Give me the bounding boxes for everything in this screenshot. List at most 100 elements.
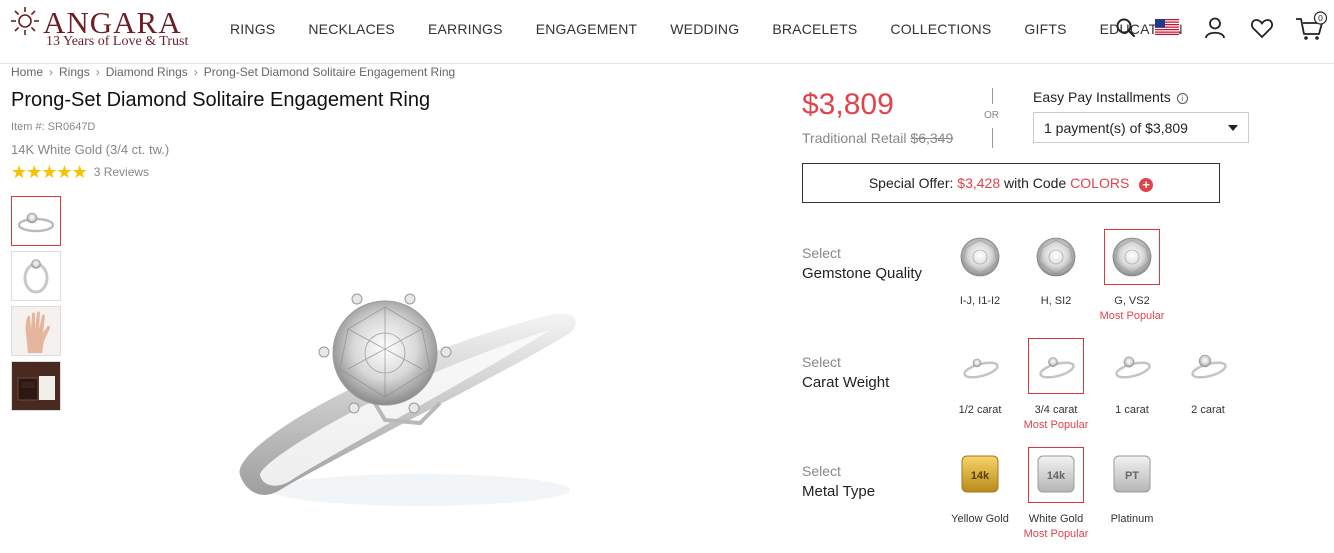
- metal-swatch: PT: [1104, 447, 1160, 503]
- nav-earrings[interactable]: EARRINGS: [411, 21, 519, 37]
- breadcrumb-home[interactable]: Home: [11, 65, 43, 79]
- special-offer-banner[interactable]: Special Offer: $3,428 with Code COLORS +: [802, 163, 1220, 203]
- nav-engagement[interactable]: ENGAGEMENT: [519, 21, 654, 37]
- hand-icon: [12, 307, 60, 355]
- divider: [992, 128, 993, 148]
- chevron-right-icon: ›: [49, 65, 54, 79]
- main-product-image[interactable]: [220, 285, 600, 515]
- carat-option-half[interactable]: 1/2 carat: [952, 338, 1008, 416]
- easy-pay-text: Easy Pay Installments: [1033, 89, 1171, 105]
- select-label: Select: [802, 245, 841, 261]
- chevron-right-icon: ›: [193, 65, 198, 79]
- us-flag-icon[interactable]: [1155, 18, 1179, 36]
- carat-option-three-quarter[interactable]: 3/4 carat Most Popular: [1024, 338, 1088, 431]
- product-title: Prong-Set Diamond Solitaire Engagement R…: [11, 89, 431, 111]
- breadcrumb: Home › Rings › Diamond Rings › Prong-Set Diamo…: [11, 65, 455, 79]
- carat-option-one[interactable]: 1 carat: [1104, 338, 1160, 416]
- nav-rings[interactable]: RINGS: [214, 21, 292, 37]
- select-label: Select: [802, 463, 841, 479]
- ring-icon: [1191, 354, 1227, 379]
- nav-necklaces[interactable]: NECKLACES: [292, 21, 412, 37]
- gift-box-icon: [12, 362, 60, 410]
- diamond-icon: [960, 237, 1000, 277]
- carat-option-two[interactable]: 2 carat: [1180, 338, 1236, 416]
- platinum-bar-icon: PT: [1113, 455, 1151, 493]
- white-gold-bar-icon: 14k: [1037, 455, 1075, 493]
- item-number: Item #: SR0647D: [11, 121, 96, 133]
- breadcrumb-rings[interactable]: Rings: [59, 65, 90, 79]
- gemstone-option-ij[interactable]: I-J, I1-I2: [952, 229, 1008, 307]
- thumbnail-on-hand[interactable]: [11, 306, 61, 356]
- offer-middle: with Code: [1004, 175, 1067, 191]
- caret-down-icon: [1228, 125, 1238, 131]
- carat-swatch: [952, 338, 1008, 394]
- gemstone-option-h[interactable]: H, SI2: [1028, 229, 1084, 307]
- nav-wedding[interactable]: WEDDING: [654, 21, 756, 37]
- metal-option-name: Platinum: [1110, 513, 1154, 525]
- offer-code: COLORS: [1070, 175, 1130, 191]
- metal-badge: 14k: [1047, 470, 1066, 482]
- carat-swatch: [1180, 338, 1236, 394]
- site-header: ANGARA 13 Years of Love & Trust RINGS NE…: [0, 0, 1334, 64]
- diamond-icon: [1112, 237, 1152, 277]
- offer-amount: $3,428: [957, 175, 1001, 191]
- thumbnail-ring-top[interactable]: [11, 251, 61, 301]
- chevron-right-icon: ›: [95, 65, 100, 79]
- ring-thumbnail-icon: [17, 212, 55, 233]
- wishlist-heart-icon[interactable]: [1249, 15, 1275, 41]
- cart-icon[interactable]: 0: [1294, 10, 1328, 42]
- select-label: Select: [802, 354, 841, 370]
- most-popular-badge: Most Popular: [1099, 310, 1165, 322]
- star-icon: ★: [56, 162, 73, 182]
- nav-gifts[interactable]: GIFTS: [1008, 21, 1083, 37]
- metal-badge: 14k: [971, 470, 990, 482]
- or-label: OR: [984, 110, 999, 121]
- rating[interactable]: ★ ★ ★ ★ ★ 3 Reviews: [11, 163, 149, 181]
- metal-swatch-selected: 14k: [1028, 447, 1084, 503]
- gemstone-quality-label: Gemstone Quality: [802, 265, 923, 282]
- reviews-link[interactable]: 3 Reviews: [94, 165, 149, 179]
- retail-price: $6,349: [910, 130, 954, 146]
- info-icon[interactable]: i: [1176, 93, 1188, 104]
- gemstone-swatch-selected: [1104, 229, 1160, 285]
- most-popular-badge: Most Popular: [1023, 419, 1089, 431]
- metal-badge: PT: [1125, 470, 1139, 482]
- thumbnail-ring-angle[interactable]: [11, 196, 61, 246]
- carat-swatch: [1104, 338, 1160, 394]
- metal-swatch: 14k: [952, 447, 1008, 503]
- nav-education[interactable]: EDUCATION: [1083, 21, 1199, 37]
- main-nav: RINGS NECKLACES EARRINGS ENGAGEMENT WEDD…: [214, 0, 1199, 58]
- most-popular-badge: Most Popular: [1023, 528, 1089, 540]
- metal-type-label: Metal Type: [802, 483, 876, 500]
- gold-bar-icon: 14k: [961, 455, 999, 493]
- nav-collections[interactable]: COLLECTIONS: [874, 21, 1008, 37]
- star-icon: ★: [71, 162, 88, 182]
- star-icon: ★: [26, 162, 43, 182]
- brand-tagline: 13 Years of Love & Trust: [46, 34, 189, 49]
- plus-circle-icon[interactable]: +: [1139, 178, 1154, 192]
- diamond-icon: [1036, 237, 1076, 277]
- breadcrumb-current: Prong-Set Diamond Solitaire Engagement R…: [203, 65, 456, 79]
- retail-label: Traditional Retail: [802, 130, 907, 146]
- gemstone-option-g[interactable]: G, VS2 Most Popular: [1100, 229, 1164, 322]
- gemstone-swatch: [952, 229, 1008, 285]
- search-icon[interactable]: [1113, 15, 1139, 41]
- metal-option-platinum[interactable]: PT Platinum: [1104, 447, 1160, 525]
- product-price: $3,809: [802, 88, 894, 121]
- thumbnail-packaging[interactable]: [11, 361, 61, 411]
- metal-option-white-gold[interactable]: 14k White Gold Most Popular: [1024, 447, 1088, 540]
- star-icon: ★: [41, 162, 58, 182]
- metal-summary: 14K White Gold (3/4 ct. tw.): [11, 142, 170, 157]
- angara-logo[interactable]: ANGARA 13 Years of Love & Trust: [10, 4, 210, 54]
- gemstone-option-name: G, VS2: [1114, 295, 1150, 307]
- breadcrumb-diamond-rings[interactable]: Diamond Rings: [106, 65, 188, 79]
- carat-weight-label: Carat Weight: [802, 374, 890, 391]
- carat-swatch-selected: [1028, 338, 1084, 394]
- gemstone-swatch: [1028, 229, 1084, 285]
- metal-option-yellow-gold[interactable]: 14k Yellow Gold: [951, 447, 1009, 525]
- nav-bracelets[interactable]: BRACELETS: [756, 21, 874, 37]
- divider: [992, 88, 993, 104]
- cart-count: 0: [1318, 13, 1323, 23]
- account-icon[interactable]: [1202, 15, 1228, 41]
- installments-select[interactable]: 1 payment(s) of $3,809: [1033, 112, 1249, 143]
